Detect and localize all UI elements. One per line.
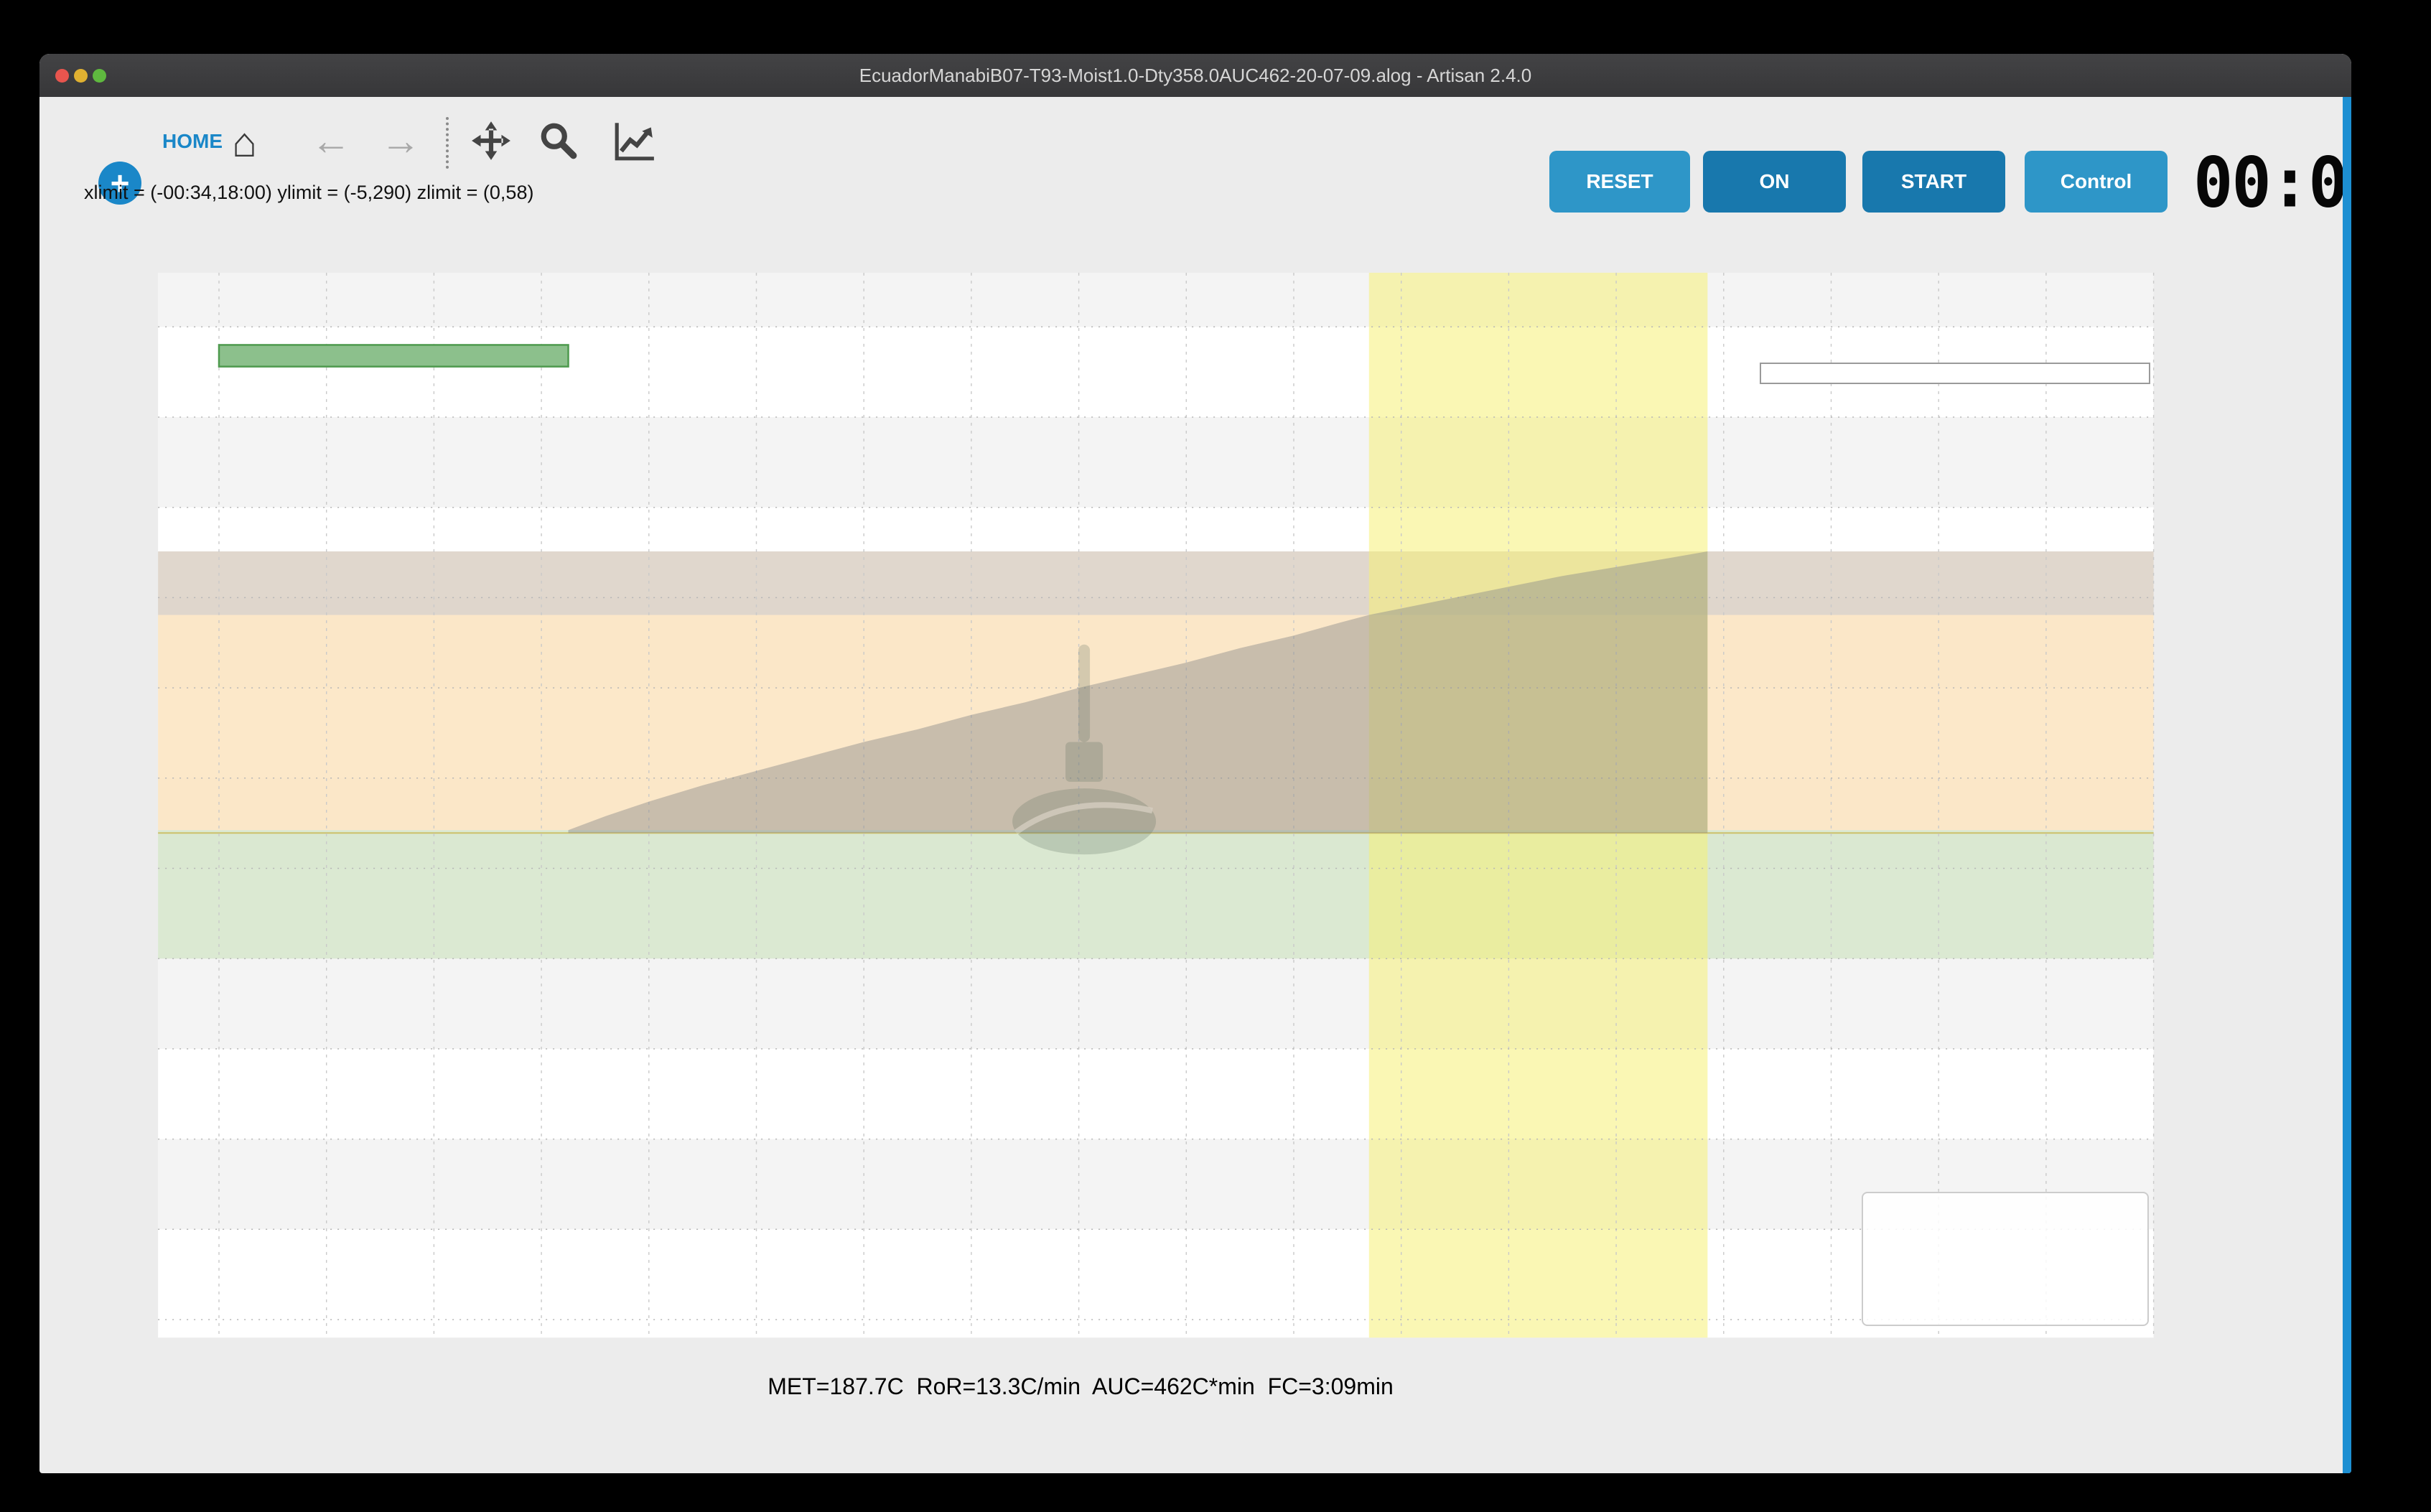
toolbar: + HOME ⌂ ← → RESET ON START Control 00:0… — [39, 97, 2351, 183]
pan-icon[interactable] — [470, 120, 512, 162]
back-arrow-icon[interactable]: ← — [311, 117, 351, 164]
right-edge-slider-strip[interactable] — [2343, 97, 2351, 1473]
zoom-icon[interactable] — [538, 120, 579, 162]
home-icon[interactable]: ⌂ — [232, 118, 257, 167]
artisan-window: EcuadorManabiB07-T93-Moist1.0-Dty358.0AU… — [39, 54, 2351, 1473]
forward-arrow-icon[interactable]: → — [381, 117, 421, 164]
chart-legend — [1862, 1192, 2149, 1326]
close-window-icon[interactable] — [55, 69, 69, 83]
chart-settings-icon[interactable] — [612, 120, 657, 162]
minimize-window-icon[interactable] — [74, 69, 88, 83]
home-view-button[interactable]: HOME — [160, 130, 225, 153]
status-line: MET=187.7C RoR=13.3C/min AUC=462C*min FC… — [686, 1373, 1475, 1400]
roast-info-box — [1760, 363, 2150, 384]
maximize-window-icon[interactable] — [93, 69, 106, 83]
title-bar: EcuadorManabiB07-T93-Moist1.0-Dty358.0AU… — [39, 54, 2351, 97]
window-title: EcuadorManabiB07-T93-Moist1.0-Dty358.0AU… — [859, 65, 1532, 87]
toolbar-divider — [446, 117, 449, 169]
